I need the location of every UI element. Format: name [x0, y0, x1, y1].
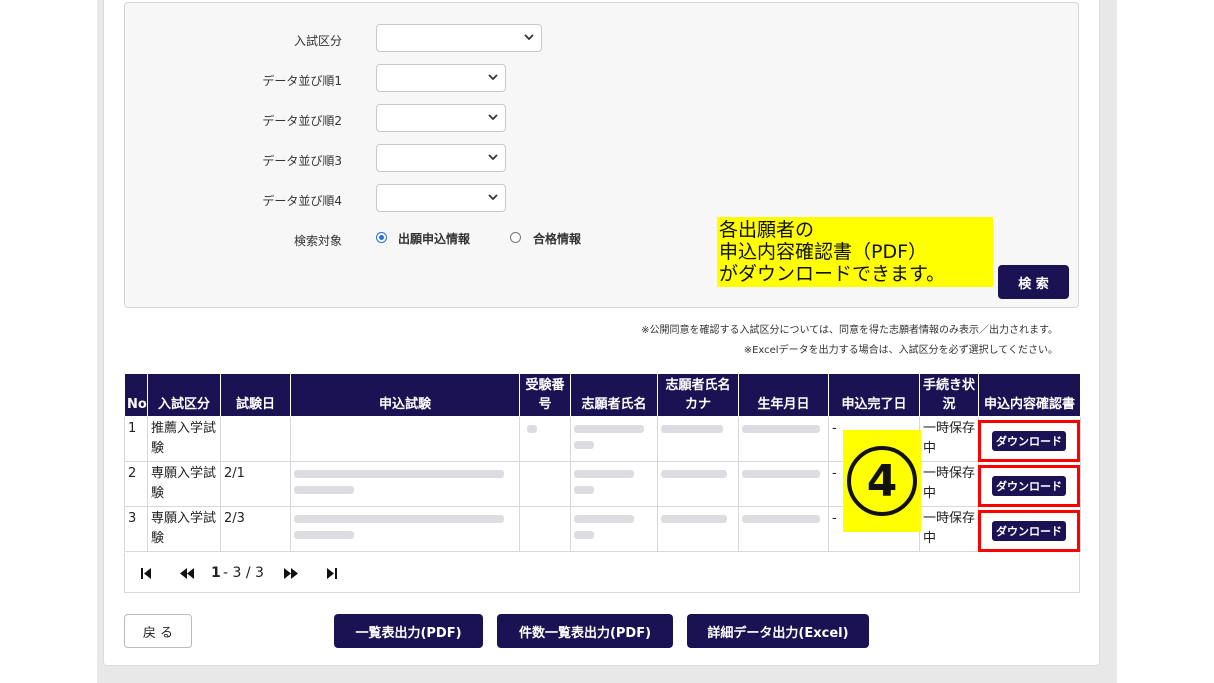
redacted-cell: [570, 461, 658, 507]
col-name: 志願者氏名: [570, 373, 658, 417]
next-page-icon[interactable]: [283, 567, 299, 580]
redacted-cell: [290, 506, 520, 552]
col-status: 手続き状況: [919, 373, 979, 417]
hint-consent: ※公開同意を確認する入試区分については、同意を得た志願者情報のみ表示／出力されま…: [641, 325, 1058, 336]
col-name-kana: 志願者氏名カナ: [657, 373, 739, 417]
redacted-cell: [570, 416, 658, 462]
redacted-cell: [738, 416, 829, 462]
row-category: 専願入学試験: [147, 506, 221, 552]
results-table: No 入試区分 試験日 申込試験 受験番号 志願者氏名 志願者氏名カナ 生年月日…: [124, 373, 1081, 552]
radio-application-label[interactable]: 出願申込情報: [398, 230, 470, 247]
row-no: 2: [124, 461, 148, 507]
redacted-cell: [657, 416, 739, 462]
row-no: 3: [124, 506, 148, 552]
exam-category-select[interactable]: [376, 24, 542, 52]
sort1-select[interactable]: [376, 64, 506, 92]
row-status: 一時保存中: [919, 416, 979, 462]
annotation-line3: がダウンロードできます。: [719, 263, 946, 285]
col-exam-number: 受験番号: [519, 373, 571, 417]
chevron-down-icon: [488, 74, 498, 81]
col-date: 試験日: [220, 373, 291, 417]
search-button[interactable]: 検 索: [998, 265, 1069, 299]
redacted-cell: [290, 416, 520, 462]
chevron-down-icon: [488, 154, 498, 161]
redacted-cell: [657, 461, 739, 507]
hint-excel: ※Excelデータを出力する場合は、入試区分を必ず選択してください。: [743, 345, 1058, 356]
redacted-cell: [519, 461, 571, 507]
previous-page-icon[interactable]: [179, 567, 195, 580]
col-applied-exam: 申込試験: [290, 373, 520, 417]
row-category: 推薦入学試験: [147, 416, 221, 462]
col-category: 入試区分: [147, 373, 221, 417]
radio-application[interactable]: [376, 232, 387, 243]
redacted-cell: [519, 506, 571, 552]
count-pdf-button[interactable]: 件数一覧表出力(PDF): [497, 614, 673, 648]
col-confirmation: 申込内容確認書: [978, 373, 1081, 417]
download-highlight: ダウンロード: [978, 420, 1080, 462]
col-birthdate: 生年月日: [738, 373, 829, 417]
download-button[interactable]: ダウンロード: [992, 431, 1066, 451]
step-marker: ④ 4: [843, 430, 921, 532]
page-range: - 3 / 3: [223, 565, 264, 581]
detail-excel-button[interactable]: 詳細データ出力(Excel): [687, 614, 869, 648]
search-target-label: 検索対象: [293, 234, 342, 248]
redacted-cell: [290, 461, 520, 507]
sort4-label: データ並び順4: [262, 194, 342, 208]
exam-category-label: 入試区分: [293, 34, 342, 48]
col-complete-date: 申込完了日: [828, 373, 920, 417]
download-button[interactable]: ダウンロード: [992, 476, 1066, 496]
table-header-row: No 入試区分 試験日 申込試験 受験番号 志願者氏名 志願者氏名カナ 生年月日…: [124, 373, 1081, 417]
last-page-icon[interactable]: [326, 567, 338, 580]
download-button[interactable]: ダウンロード: [992, 521, 1066, 541]
annotation-line1: 各出願者の: [719, 219, 815, 241]
table-row: 3 専願入学試験 2/3 - 一時保存中: [124, 506, 1081, 552]
row-date: [220, 416, 291, 462]
table-row: 2 専願入学試験 2/1 - 一時保存中: [124, 461, 1081, 507]
redacted-cell: [570, 506, 658, 552]
sort3-label: データ並び順3: [262, 154, 342, 168]
first-page-icon[interactable]: [140, 567, 152, 580]
chevron-down-icon: [488, 194, 498, 201]
sort3-select[interactable]: [376, 144, 506, 172]
row-status: 一時保存中: [919, 461, 979, 507]
radio-pass[interactable]: [510, 232, 521, 243]
current-page: 1: [211, 565, 221, 581]
redacted-cell: [738, 461, 829, 507]
list-pdf-button[interactable]: 一覧表出力(PDF): [334, 614, 483, 648]
row-no: 1: [124, 416, 148, 462]
row-category: 専願入学試験: [147, 461, 221, 507]
table-row: 1 推薦入学試験 - 一時保存中: [124, 416, 1081, 462]
annotation-line2: 申込内容確認書（PDF）: [719, 241, 928, 263]
download-highlight: ダウンロード: [978, 465, 1080, 507]
row-date: 2/1: [220, 461, 291, 507]
row-date: 2/3: [220, 506, 291, 552]
sort4-select[interactable]: [376, 184, 506, 212]
sort1-label: データ並び順1: [262, 74, 342, 88]
download-highlight: ダウンロード: [978, 510, 1080, 552]
back-button[interactable]: 戻 る: [124, 614, 192, 648]
redacted-cell: [519, 416, 571, 462]
row-status: 一時保存中: [919, 506, 979, 552]
annotation-note: 各出願者の 申込内容確認書（PDF） がダウンロードできます。: [717, 217, 993, 287]
redacted-cell: [738, 506, 829, 552]
sort2-label: データ並び順2: [262, 114, 342, 128]
chevron-down-icon: [488, 114, 498, 121]
radio-pass-label[interactable]: 合格情報: [533, 230, 581, 247]
redacted-cell: [657, 506, 739, 552]
sort2-select[interactable]: [376, 104, 506, 132]
pagination-bar: [124, 553, 1080, 593]
col-no: No: [124, 373, 148, 417]
chevron-down-icon: [524, 34, 534, 41]
step-marker-digit: 4: [866, 455, 898, 507]
